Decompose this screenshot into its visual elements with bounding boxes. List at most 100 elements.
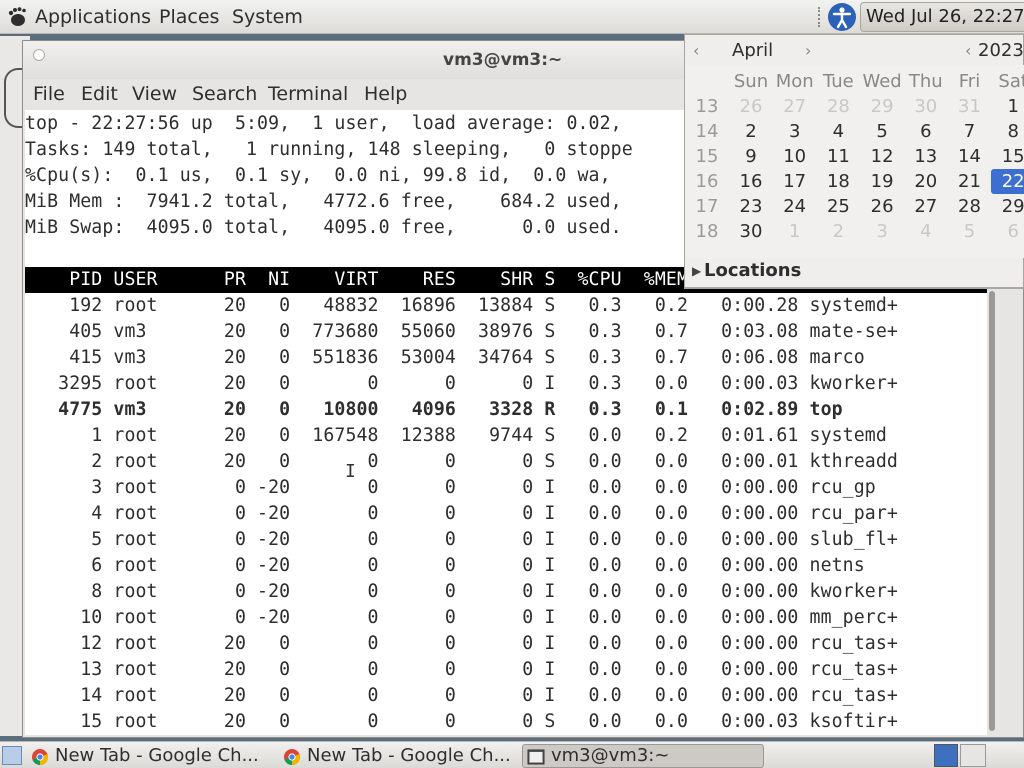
week-number: 14 bbox=[695, 121, 719, 142]
top-summary-swap: MiB Swap: 4095.0 total, 4095.0 free, 0.0… bbox=[25, 217, 622, 238]
taskbar-button-label: vm3@vm3:~ bbox=[551, 745, 670, 766]
weekday-header: Fri bbox=[958, 71, 981, 92]
weekday-header: Wed bbox=[862, 71, 902, 92]
calendar-day[interactable]: 27 bbox=[904, 194, 948, 219]
calendar-day[interactable]: 28 bbox=[948, 194, 992, 219]
taskbar-button[interactable]: New Tab - Google Ch... bbox=[26, 744, 272, 768]
process-row: 4775 vm3 20 0 10800 4096 3328 R 0.3 0.1 … bbox=[25, 399, 843, 420]
calendar-day[interactable]: 29 bbox=[991, 194, 1024, 219]
calendar-day[interactable]: 24 bbox=[773, 194, 817, 219]
calendar-day[interactable]: 19 bbox=[860, 169, 904, 194]
places-menu[interactable]: Places bbox=[159, 0, 219, 34]
weekday-header: Sat bbox=[998, 71, 1024, 92]
process-row: 405 vm3 20 0 773680 55060 38976 S 0.3 0.… bbox=[25, 321, 898, 342]
calendar-day[interactable]: 26 bbox=[860, 194, 904, 219]
calendar-day[interactable]: 18 bbox=[816, 169, 860, 194]
menu-search[interactable]: Search bbox=[192, 79, 257, 109]
calendar-day[interactable]: 20 bbox=[904, 169, 948, 194]
process-row: 6 root 0 -20 0 0 0 I 0.0 0.0 0:00.00 net… bbox=[25, 555, 865, 576]
top-summary-uptime: top - 22:27:56 up 5:09, 1 user, load ave… bbox=[25, 113, 622, 134]
next-month-icon[interactable]: › bbox=[805, 38, 811, 64]
calendar-day[interactable]: 13 bbox=[904, 144, 948, 169]
calendar-day[interactable]: 5 bbox=[860, 119, 904, 144]
process-row: 13 root 20 0 0 0 0 I 0.0 0.0 0:00.00 rcu… bbox=[25, 659, 898, 680]
prev-month-icon[interactable]: ‹ bbox=[693, 38, 699, 64]
calendar-year: 2023 bbox=[978, 40, 1024, 61]
scrollbar-thumb[interactable] bbox=[989, 291, 995, 731]
calendar-day[interactable]: 26 bbox=[729, 94, 773, 119]
process-row: 3295 root 20 0 0 0 0 I 0.3 0.0 0:00.03 k… bbox=[25, 373, 898, 394]
calendar-day[interactable]: 17 bbox=[773, 169, 817, 194]
prev-year-icon[interactable]: ‹ bbox=[965, 38, 971, 64]
menu-terminal[interactable]: Terminal bbox=[268, 79, 348, 109]
calendar-day[interactable]: 16 bbox=[729, 169, 773, 194]
chrome-icon bbox=[284, 749, 301, 766]
taskbar-button[interactable]: vm3@vm3:~ bbox=[522, 744, 764, 768]
calendar-day[interactable]: 27 bbox=[773, 94, 817, 119]
calendar-day[interactable]: 9 bbox=[729, 144, 773, 169]
menu-help[interactable]: Help bbox=[364, 79, 407, 109]
process-row: 2 root 20 0 0 0 0 S 0.0 0.0 0:00.01 kthr… bbox=[25, 451, 898, 472]
calendar-day[interactable]: 30 bbox=[904, 94, 948, 119]
calendar-day[interactable]: 3 bbox=[860, 219, 904, 244]
expander-arrow-icon: ▶ bbox=[692, 264, 702, 278]
show-desktop-icon[interactable] bbox=[2, 746, 22, 765]
week-number: 16 bbox=[695, 171, 719, 192]
calendar-day[interactable]: 2 bbox=[816, 219, 860, 244]
calendar-day[interactable]: 4 bbox=[904, 219, 948, 244]
calendar-day[interactable]: 4 bbox=[816, 119, 860, 144]
calendar-day[interactable]: 14 bbox=[948, 144, 992, 169]
weekday-header: Thu bbox=[908, 71, 943, 92]
calendar-day[interactable]: 10 bbox=[773, 144, 817, 169]
calendar-day[interactable]: 6 bbox=[991, 219, 1024, 244]
calendar-day[interactable]: 1 bbox=[991, 94, 1024, 119]
process-row: 8 root 0 -20 0 0 0 I 0.0 0.0 0:00.00 kwo… bbox=[25, 581, 898, 602]
workspace-2[interactable] bbox=[960, 744, 986, 767]
accessibility-icon[interactable] bbox=[828, 3, 856, 31]
calendar-day[interactable]: 12 bbox=[860, 144, 904, 169]
gnome-foot-icon[interactable] bbox=[5, 5, 29, 29]
calendar-day[interactable]: 31 bbox=[948, 94, 992, 119]
calendar-day[interactable]: 2 bbox=[729, 119, 773, 144]
process-row: 10 root 0 -20 0 0 0 I 0.0 0.0 0:00.00 mm… bbox=[25, 607, 898, 628]
tray-separator bbox=[818, 7, 824, 27]
calendar-day[interactable]: 23 bbox=[729, 194, 773, 219]
process-row: 4 root 0 -20 0 0 0 I 0.0 0.0 0:00.00 rcu… bbox=[25, 503, 898, 524]
calendar-day[interactable]: 6 bbox=[904, 119, 948, 144]
process-row: 14 root 20 0 0 0 0 I 0.0 0.0 0:00.00 rcu… bbox=[25, 685, 898, 706]
weekday-header: Mon bbox=[775, 71, 814, 92]
calendar-day[interactable]: 25 bbox=[816, 194, 860, 219]
calendar-day[interactable]: 15 bbox=[991, 144, 1024, 169]
calendar-day[interactable]: 29 bbox=[860, 94, 904, 119]
menu-edit[interactable]: Edit bbox=[81, 79, 118, 109]
week-number: 15 bbox=[695, 146, 719, 167]
week-number: 13 bbox=[695, 96, 719, 117]
calendar-day[interactable]: 30 bbox=[729, 219, 773, 244]
calendar-day[interactable]: 21 bbox=[948, 169, 992, 194]
taskbar-button[interactable]: New Tab - Google Ch... bbox=[278, 744, 516, 768]
taskbar-button-label: New Tab - Google Ch... bbox=[55, 745, 259, 766]
calendar-day[interactable]: 3 bbox=[773, 119, 817, 144]
system-menu[interactable]: System bbox=[232, 0, 303, 34]
workspace-1[interactable] bbox=[934, 744, 958, 767]
calendar-day[interactable]: 1 bbox=[773, 219, 817, 244]
weekday-header: Tue bbox=[823, 71, 854, 92]
menu-file[interactable]: File bbox=[33, 79, 65, 109]
top-summary-cpu: %Cpu(s): 0.1 us, 0.1 sy, 0.0 ni, 99.8 id… bbox=[25, 165, 611, 186]
process-row: 15 root 20 0 0 0 0 S 0.0 0.0 0:00.03 kso… bbox=[25, 711, 898, 732]
calendar-day[interactable]: 7 bbox=[948, 119, 992, 144]
calendar-day[interactable]: 5 bbox=[948, 219, 992, 244]
window-menu-icon[interactable] bbox=[33, 49, 45, 61]
calendar-day[interactable]: 22 bbox=[991, 169, 1024, 194]
top-summary-tasks: Tasks: 149 total, 1 running, 148 sleepin… bbox=[25, 139, 633, 160]
week-number: 17 bbox=[695, 196, 719, 217]
process-row: 12 root 20 0 0 0 0 I 0.0 0.0 0:00.00 rcu… bbox=[25, 633, 898, 654]
locations-expander[interactable]: ▶ Locations bbox=[684, 258, 1024, 288]
calendar-day[interactable]: 11 bbox=[816, 144, 860, 169]
applications-menu[interactable]: Applications bbox=[35, 0, 151, 34]
calendar-day[interactable]: 28 bbox=[816, 94, 860, 119]
menu-view[interactable]: View bbox=[132, 79, 177, 109]
calendar-day[interactable]: 8 bbox=[991, 119, 1024, 144]
clock-applet[interactable]: Wed Jul 26, 22:27 bbox=[860, 2, 1024, 32]
top-panel: Applications Places System Wed Jul 26, 2… bbox=[0, 0, 1024, 34]
